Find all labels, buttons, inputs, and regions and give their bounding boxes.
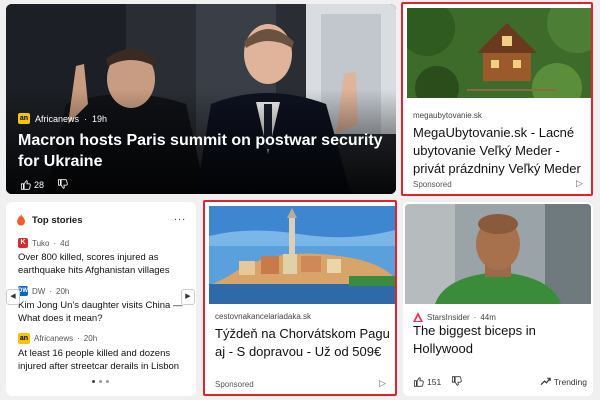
top-stories-title: Top stories	[32, 214, 83, 226]
celeb-actions: 151 Trending	[413, 376, 587, 387]
ad-photo-coastal-town	[209, 206, 395, 304]
sponsored-ad-card-travel[interactable]: cestovnakancelariadaka.sk Týždeň na Chor…	[203, 200, 397, 396]
carousel-dot[interactable]	[92, 380, 95, 383]
flame-icon	[17, 214, 25, 226]
thumbs-down-icon	[452, 376, 462, 386]
dislike-button[interactable]	[57, 179, 68, 190]
ad-domain: cestovnakancelariadaka.sk	[215, 312, 312, 321]
like-button[interactable]: 28	[20, 179, 44, 190]
celeb-source[interactable]: StarsInsider · 44m	[413, 312, 496, 322]
like-count: 28	[34, 179, 45, 190]
hero-source[interactable]: an Africanews · 19h	[18, 113, 107, 124]
carousel-prev-button[interactable]: ◀	[6, 289, 20, 305]
ad-choices-icon[interactable]: ▷	[576, 178, 583, 189]
story-item[interactable]: K Tuko · 4d Over 800 killed, scores injur…	[18, 238, 190, 277]
thumbs-down-icon	[57, 179, 68, 189]
africanews-logo-icon: an	[18, 113, 30, 124]
carousel-next-button[interactable]: ▶	[181, 289, 195, 305]
story-item[interactable]: DW DW · 20h Kim Jong Un's daughter visits…	[18, 286, 190, 325]
more-options-icon[interactable]: ...	[174, 211, 186, 223]
carousel-dot[interactable]	[106, 380, 109, 383]
carousel-dots	[92, 380, 109, 383]
top-stories-header: Top stories	[16, 214, 83, 226]
celebrity-news-card[interactable]: StarsInsider · 44m The biggest biceps in …	[403, 202, 593, 396]
tuko-logo-icon: K	[18, 238, 28, 248]
ad-photo-cabin	[407, 8, 591, 98]
sponsored-label: Sponsored	[215, 380, 254, 389]
ad-headline[interactable]: MegaUbytovanie.sk - Lacné ubytovanie Veľ…	[413, 124, 589, 178]
story-headline[interactable]: Over 800 killed, scores injured as earth…	[18, 251, 190, 277]
ad-choices-icon[interactable]: ▷	[379, 378, 386, 389]
thumbs-up-icon	[20, 180, 31, 190]
hero-source-name: Africanews	[35, 113, 80, 124]
hero-title[interactable]: Macron hosts Paris summit on postwar sec…	[18, 130, 388, 172]
trending-arrow-icon	[540, 377, 551, 386]
story-item[interactable]: an Africanews · 20h At least 16 people ki…	[18, 333, 190, 373]
hero-actions: 28	[20, 179, 68, 190]
thumbs-up-icon	[413, 377, 424, 387]
celeb-title[interactable]: The biggest biceps in Hollywood	[413, 322, 583, 358]
story-headline[interactable]: Kim Jong Un's daughter visits China — Wh…	[18, 299, 190, 325]
like-count: 151	[427, 376, 442, 387]
hero-age: 19h	[92, 113, 108, 124]
sponsored-label: Sponsored	[413, 180, 452, 189]
trending-button[interactable]: Trending	[540, 377, 587, 387]
dislike-button[interactable]	[451, 376, 462, 387]
top-stories-card: Top stories ... K Tuko · 4d Over 800 kill…	[6, 202, 196, 396]
trending-label: Trending	[553, 376, 587, 387]
hero-news-card[interactable]: an Africanews · 19h Macron hosts Paris s…	[6, 4, 396, 194]
story-headline[interactable]: At least 16 people killed and dozens inj…	[18, 347, 190, 373]
ad-domain: megaubytovanie.sk	[413, 111, 482, 120]
starsinsider-logo-icon	[413, 312, 423, 322]
celebrity-photo	[405, 204, 591, 304]
sponsored-ad-card-lodging[interactable]: megaubytovanie.sk MegaUbytovanie.sk - La…	[401, 2, 593, 196]
ad-headline[interactable]: Týždeň na Chorvátskom Pagu aj - S doprav…	[215, 325, 391, 361]
africanews-logo-icon: an	[18, 333, 30, 344]
like-button[interactable]: 151	[413, 376, 441, 387]
carousel-dot[interactable]	[99, 380, 102, 383]
